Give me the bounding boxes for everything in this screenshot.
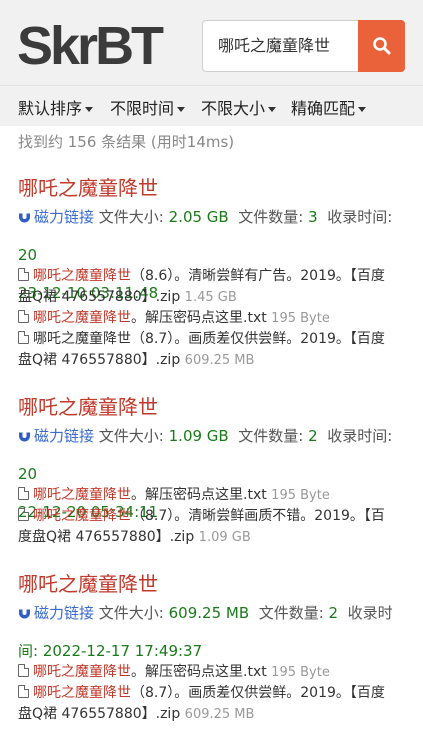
filter-bar: 默认排序 不限时间 不限大小 精确匹配 bbox=[0, 86, 423, 126]
result-meta: 磁力链接 文件大小: 609.25 MB 文件数量: 2 收录时 间: 2022… bbox=[18, 594, 413, 670]
date-part: 间: 2022-12-17 17:49:37 bbox=[18, 642, 203, 660]
result-title[interactable]: 哪吒之魔童降世 bbox=[18, 568, 158, 597]
size-label: 文件大小: bbox=[98, 427, 164, 445]
file-icon bbox=[18, 664, 29, 677]
file-size: 2.05 GB bbox=[168, 208, 229, 226]
file-size: 609.25 MB bbox=[168, 604, 250, 622]
magnet-icon bbox=[19, 607, 30, 619]
caret-down-icon bbox=[358, 107, 367, 112]
result-title[interactable]: 哪吒之魔童降世 bbox=[18, 172, 158, 201]
search-icon bbox=[372, 37, 390, 55]
file-row: 哪吒之魔童降世（8.7）。画质差仅供尝鲜。2019。【百度盘Q裙 4765578… bbox=[18, 331, 385, 368]
file-row: 哪吒之魔童降世（8.6）。清晰尝鲜有广告。2019。【百度盘Q裙 4765578… bbox=[18, 268, 385, 305]
date-label: 收录时间: bbox=[327, 427, 393, 445]
size-label: 文件大小: bbox=[98, 604, 164, 622]
file-list: 哪吒之魔童降世（8.6）。清晰尝鲜有广告。2019。【百度盘Q裙 4765578… bbox=[18, 266, 398, 371]
file-list: 哪吒之魔童降世。解压密码点这里.txt 195 Byte 哪吒之魔童降世（8.7… bbox=[18, 485, 398, 548]
file-row: 哪吒之魔童降世。解压密码点这里.txt 195 Byte bbox=[18, 662, 398, 683]
file-row: 哪吒之魔童降世（8.7）。清晰尝鲜画质不错。2019。【百度盘Q裙 476557… bbox=[18, 508, 385, 545]
file-count: 2 bbox=[328, 604, 339, 622]
file-count: 2 bbox=[308, 427, 318, 445]
date-label: 收录时 bbox=[347, 604, 393, 622]
size-filter[interactable]: 不限大小 bbox=[201, 95, 277, 119]
file-icon bbox=[18, 487, 29, 500]
caret-down-icon bbox=[268, 107, 277, 112]
count-label: 文件数量: bbox=[238, 208, 304, 226]
sort-filter[interactable]: 默认排序 bbox=[18, 95, 94, 119]
size-label: 文件大小: bbox=[98, 208, 164, 226]
file-list: 哪吒之魔童降世。解压密码点这里.txt 195 Byte 哪吒之魔童降世（8.7… bbox=[18, 662, 398, 725]
result-title[interactable]: 哪吒之魔童降世 bbox=[18, 391, 158, 420]
header: SkrBT 哪吒之魔童降世 bbox=[0, 0, 423, 86]
file-icon bbox=[18, 685, 29, 698]
file-icon bbox=[18, 331, 29, 344]
site-logo[interactable]: SkrBT bbox=[17, 17, 164, 75]
date-part: 20 bbox=[18, 246, 38, 264]
count-label: 文件数量: bbox=[258, 604, 324, 622]
file-icon bbox=[18, 268, 29, 281]
search-button[interactable] bbox=[358, 20, 405, 72]
caret-down-icon bbox=[177, 107, 186, 112]
file-icon bbox=[18, 310, 29, 323]
file-count: 3 bbox=[308, 208, 318, 226]
match-filter[interactable]: 精确匹配 bbox=[291, 95, 367, 119]
magnet-link[interactable]: 磁力链接 bbox=[34, 604, 94, 622]
caret-down-icon bbox=[85, 107, 94, 112]
file-row: 哪吒之魔童降世。解压密码点这里.txt 195 Byte bbox=[18, 308, 398, 329]
magnet-icon bbox=[19, 211, 30, 223]
file-size: 1.09 GB bbox=[168, 427, 229, 445]
magnet-icon bbox=[19, 430, 30, 442]
file-icon bbox=[18, 508, 29, 521]
file-row: 哪吒之魔童降世。解压密码点这里.txt 195 Byte bbox=[18, 485, 398, 506]
count-label: 文件数量: bbox=[238, 427, 304, 445]
search-input[interactable]: 哪吒之魔童降世 bbox=[202, 20, 359, 72]
date-label: 收录时间: bbox=[327, 208, 393, 226]
magnet-link[interactable]: 磁力链接 bbox=[34, 427, 94, 445]
date-part: 20 bbox=[18, 465, 38, 483]
time-filter[interactable]: 不限时间 bbox=[110, 95, 186, 119]
file-row: 哪吒之魔童降世（8.7）。画质差仅供尝鲜。2019。【百度盘Q裙 4765578… bbox=[18, 685, 385, 722]
result-summary: 找到约 156 条结果 (用时14ms) bbox=[18, 133, 235, 151]
magnet-link[interactable]: 磁力链接 bbox=[34, 208, 94, 226]
